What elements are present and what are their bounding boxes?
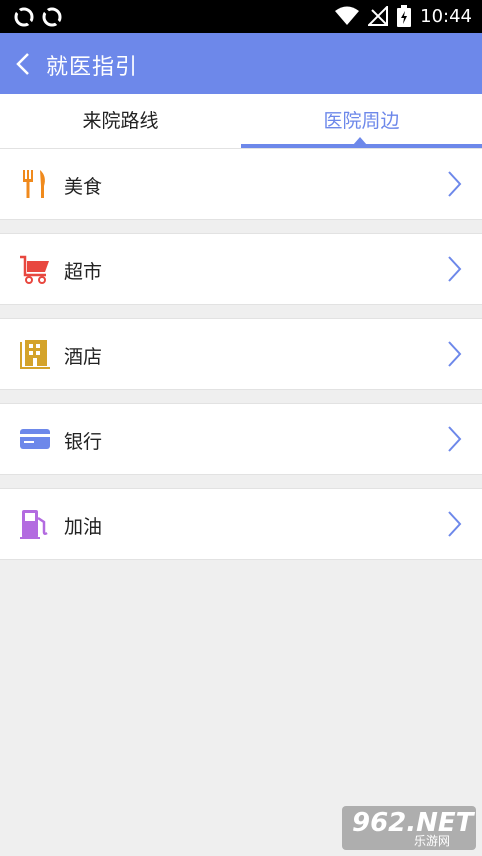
battery-charging-icon <box>397 5 412 27</box>
list-item-supermarket[interactable]: 超市 <box>0 233 482 305</box>
hotel-icon <box>20 340 50 369</box>
restaurant-icon <box>23 170 45 198</box>
page-title: 就医指引 <box>46 55 139 80</box>
gas-station-icon <box>20 510 48 539</box>
watermark: 962.NET 乐游网 <box>342 806 476 850</box>
no-signal-icon <box>368 6 389 26</box>
shopping-cart-icon <box>20 255 49 284</box>
chevron-right-icon <box>448 426 462 452</box>
tab-label: 来院路线 <box>82 110 159 132</box>
tab-route[interactable]: 来院路线 <box>0 94 241 148</box>
list-item-label: 银行 <box>64 431 103 453</box>
app-bar: 就医指引 <box>0 33 482 94</box>
list-item-label: 酒店 <box>64 346 103 368</box>
chevron-right-icon <box>448 171 462 197</box>
list-item-label: 超市 <box>64 261 103 283</box>
chevron-right-icon <box>448 256 462 282</box>
chevron-right-icon <box>448 511 462 537</box>
list-item-hotel[interactable]: 酒店 <box>0 318 482 390</box>
list-item-label: 美食 <box>64 176 103 198</box>
wifi-icon <box>335 6 360 25</box>
watermark-text: 962.NET <box>352 808 474 838</box>
tab-label: 医院周边 <box>323 110 400 132</box>
list-item-bank[interactable]: 银行 <box>0 403 482 475</box>
list-item-gas[interactable]: 加油 <box>0 488 482 560</box>
chevron-left-icon[interactable] <box>12 51 34 77</box>
sync-icon <box>42 7 62 27</box>
status-time: 10:44 <box>420 5 472 27</box>
watermark-subtext: 乐游网 <box>414 834 451 848</box>
list-item-food[interactable]: 美食 <box>0 148 482 220</box>
list-item-label: 加油 <box>64 516 103 538</box>
chevron-right-icon <box>448 341 462 367</box>
sync-icon <box>14 7 34 27</box>
tab-bar: 来院路线 医院周边 <box>0 94 482 149</box>
bank-card-icon <box>20 429 50 449</box>
status-bar: 10:44 <box>0 0 482 33</box>
